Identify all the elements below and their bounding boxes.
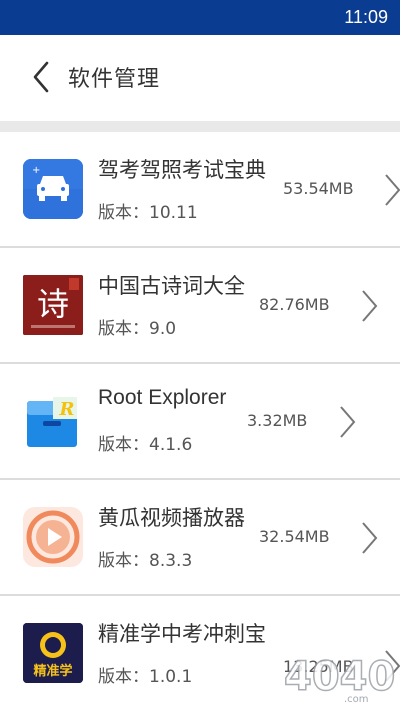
app-version: 版本：10.11 [98, 203, 198, 223]
app-name: 驾考驾照考试宝典 [98, 158, 266, 182]
app-name: 精准学中考冲刺宝 [98, 622, 266, 646]
chevron-right-icon [362, 522, 378, 554]
divider-band [0, 121, 400, 132]
app-name: 黄瓜视频播放器 [98, 506, 245, 530]
chevron-right-icon [340, 406, 356, 438]
app-row[interactable]: R Root Explorer 版本：4.1.6 3.32MB [0, 364, 400, 480]
app-size: 32.54MB [259, 527, 330, 546]
header: 软件管理 [0, 35, 400, 121]
svg-text:+: + [32, 165, 40, 176]
watermark-logo: 4040 .com [283, 653, 396, 705]
poem-glyph: 诗 [37, 285, 69, 323]
target-icon: 精准学 [23, 623, 83, 683]
page-title: 软件管理 [68, 67, 161, 92]
app-name: Root Explorer [98, 386, 227, 409]
svg-text:4040: 4040 [284, 654, 395, 700]
app-version: 版本：9.0 [98, 319, 177, 339]
car-icon: + [23, 159, 83, 219]
app-size: 3.32MB [247, 411, 308, 430]
file-box-icon: R [23, 391, 83, 451]
app-size: 82.76MB [259, 295, 330, 314]
play-icon [23, 507, 83, 567]
chevron-left-icon[interactable] [28, 59, 56, 95]
root-glyph: R [59, 399, 75, 420]
app-version: 版本：4.1.6 [98, 435, 193, 455]
app-row[interactable]: 诗 中国古诗词大全 版本：9.0 82.76MB [0, 248, 400, 364]
target-glyph: 精准学 [33, 663, 72, 679]
app-name: 中国古诗词大全 [98, 274, 245, 298]
chevron-right-icon [362, 290, 378, 322]
app-version: 版本：8.3.3 [98, 551, 193, 571]
app-version: 版本：1.0.1 [98, 667, 193, 687]
status-time: 11:09 [344, 7, 388, 27]
chevron-right-icon [385, 174, 400, 206]
app-size: 53.54MB [283, 179, 354, 198]
svg-text:.com: .com [344, 694, 369, 705]
app-row[interactable]: 黄瓜视频播放器 版本：8.3.3 32.54MB [0, 480, 400, 596]
app-row[interactable]: + 驾考驾照考试宝典 版本：10.11 53.54MB [0, 132, 400, 248]
status-bar: 11:09 [0, 0, 400, 35]
poem-icon: 诗 [23, 275, 83, 335]
